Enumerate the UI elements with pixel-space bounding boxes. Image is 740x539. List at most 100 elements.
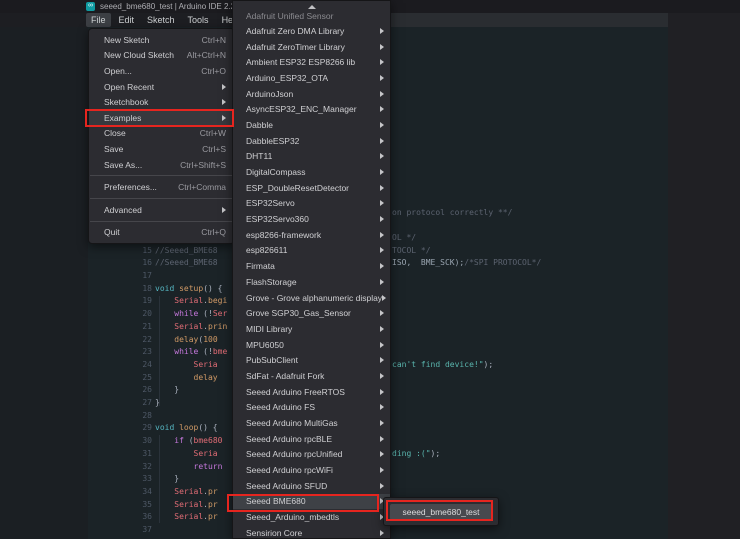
code-line: Seria [155, 447, 232, 460]
examples-item-seeed-arduino-multigas[interactable]: Seeed Arduino MultiGas [233, 415, 390, 431]
examples-item-ambient-esp32-esp8266-lib[interactable]: Ambient ESP32 ESP8266 lib [233, 54, 390, 70]
menu-item-seeed-bme680-test[interactable]: seeed_bme680_test [390, 504, 492, 520]
file-menu-item-open[interactable]: Open...Ctrl+O [89, 63, 234, 79]
file-menu-item-save[interactable]: SaveCtrl+S [89, 141, 234, 157]
code-token: while [174, 347, 198, 356]
submenu-arrow-icon [380, 106, 384, 112]
file-menu-item-new-sketch[interactable]: New SketchCtrl+N [89, 32, 234, 48]
menubar-item-edit[interactable]: Edit [114, 13, 140, 27]
file-menu-item-advanced[interactable]: Advanced [89, 202, 234, 218]
examples-item-adafruit-zerotimer-library[interactable]: Adafruit ZeroTimer Library [233, 39, 390, 55]
examples-item-seeed-arduino-rpcwifi[interactable]: Seeed Arduino rpcWiFi [233, 462, 390, 478]
submenu-arrow-icon [222, 99, 226, 105]
menu-item-label: ESP_DoubleResetDetector [246, 183, 349, 193]
examples-item-firmata[interactable]: Firmata [233, 258, 390, 274]
examples-item-pubsubclient[interactable]: PubSubClient [233, 352, 390, 368]
examples-item-dabbleesp32[interactable]: DabbleESP32 [233, 133, 390, 149]
file-menu-item-examples[interactable]: Examples [89, 110, 234, 126]
submenu-arrow-icon [380, 436, 384, 442]
file-menu-item-preferences[interactable]: Preferences...Ctrl+Comma [89, 179, 234, 195]
code-token: ISO, BME_SCK); [392, 258, 464, 267]
file-menu-item-close[interactable]: CloseCtrl+W [89, 126, 234, 142]
examples-item-esp32servo360[interactable]: ESP32Servo360 [233, 211, 390, 227]
code-token: ( [184, 436, 194, 445]
menu-item-label: DHT11 [246, 151, 272, 161]
submenu-arrow-icon [380, 451, 384, 457]
code-line: void setup() { [155, 282, 232, 295]
submenu-arrow-icon [380, 44, 384, 50]
examples-item-seeed-arduino-mbedtls[interactable]: Seeed_Arduino_mbedtls [233, 509, 390, 525]
menu-item-label: Seeed_Arduino_mbedtls [246, 512, 339, 522]
menubar-item-file[interactable]: File [86, 13, 111, 27]
file-menu-item-quit[interactable]: QuitCtrl+Q [89, 225, 234, 241]
examples-item-seeed-arduino-freertos[interactable]: Seeed Arduino FreeRTOS [233, 384, 390, 400]
submenu-arrow-icon [380, 153, 384, 159]
submenu-arrow-icon [222, 115, 226, 121]
menu-item-label: ESP32Servo [246, 198, 295, 208]
code-token [155, 500, 174, 509]
menu-item-label: Grove - Grove alphanumeric display [246, 293, 382, 303]
examples-item-seeed-arduino-rpcunified[interactable]: Seeed Arduino rpcUnified [233, 447, 390, 463]
examples-item-esp826611[interactable]: esp826611 [233, 243, 390, 259]
code-line: } [155, 472, 232, 485]
submenu-arrow-icon [380, 232, 384, 238]
code-token: () { [198, 423, 217, 432]
examples-item-esp-doubleresetdetector[interactable]: ESP_DoubleResetDetector [233, 180, 390, 196]
submenu-arrow-icon [380, 216, 384, 222]
menu-item-label: Adafruit ZeroTimer Library [246, 42, 345, 52]
code-line: delay [155, 371, 232, 384]
menu-item-label: FlashStorage [246, 277, 297, 287]
examples-item-arduinojson[interactable]: ArduinoJson [233, 86, 390, 102]
submenu-arrow-icon [380, 310, 384, 316]
examples-item-grove-grove-alphanumeric-display[interactable]: Grove - Grove alphanumeric display [233, 290, 390, 306]
examples-item-grove-sgp30-gas-sensor[interactable]: Grove SGP30_Gas_Sensor [233, 305, 390, 321]
examples-item-adafruit-zero-dma-library[interactable]: Adafruit Zero DMA Library [233, 23, 390, 39]
code-token: Seria [194, 449, 218, 458]
menu-item-label: New Cloud Sketch [104, 50, 174, 60]
menu-item-label: New Sketch [104, 35, 149, 45]
menu-item-label: Ambient ESP32 ESP8266 lib [246, 57, 355, 67]
submenu-scroll-up[interactable] [233, 1, 390, 13]
submenu-arrow-icon [380, 122, 384, 128]
code-token: ); [431, 449, 441, 458]
submenu-arrow-icon [380, 169, 384, 175]
code-token [155, 462, 194, 471]
examples-item-esp8266-framework[interactable]: esp8266-framework [233, 227, 390, 243]
code-line: Seria [155, 358, 232, 371]
code-token: (! [198, 347, 212, 356]
examples-item-digitalcompass[interactable]: DigitalCompass [233, 164, 390, 180]
submenu-arrow-icon [380, 530, 384, 536]
menu-item-label: AsyncESP32_ENC_Manager [246, 104, 357, 114]
examples-item-seeed-bme680[interactable]: Seeed BME680 [233, 494, 390, 510]
file-menu-item-save-as[interactable]: Save As...Ctrl+Shift+S [89, 157, 234, 173]
examples-item-dht11[interactable]: DHT11 [233, 149, 390, 165]
file-menu-item-new-cloud-sketch[interactable]: New Cloud SketchAlt+Ctrl+N [89, 48, 234, 64]
examples-item-clipped[interactable]: Adafruit Unified Sensor [233, 13, 390, 23]
examples-item-esp32servo[interactable]: ESP32Servo [233, 196, 390, 212]
menubar-item-tools[interactable]: Tools [183, 13, 214, 27]
menu-item-label: Open Recent [104, 82, 154, 92]
menu-item-label: Quit [104, 227, 120, 237]
code-line: while (!bme [155, 345, 232, 358]
code-token: Seria [194, 360, 218, 369]
file-menu-item-sketchbook[interactable]: Sketchbook [89, 94, 234, 110]
examples-item-flashstorage[interactable]: FlashStorage [233, 274, 390, 290]
examples-item-asyncesp32-enc-manager[interactable]: AsyncESP32_ENC_Manager [233, 101, 390, 117]
examples-submenu: Adafruit Unified Sensor Adafruit Zero DM… [232, 0, 391, 539]
examples-item-arduino-esp32-ota[interactable]: Arduino_ESP32_OTA [233, 70, 390, 86]
examples-item-mpu6050[interactable]: MPU6050 [233, 337, 390, 353]
menubar-item-sketch[interactable]: Sketch [142, 13, 180, 27]
menu-item-label: DigitalCompass [246, 167, 306, 177]
submenu-arrow-icon [222, 84, 226, 90]
file-menu-item-open-recent[interactable]: Open Recent [89, 79, 234, 95]
examples-item-seeed-arduino-sfud[interactable]: Seeed Arduino SFUD [233, 478, 390, 494]
code-token: TOCOL */ [392, 246, 431, 255]
examples-item-sensirion-core[interactable]: Sensirion Core [233, 525, 390, 539]
menu-item-label: ArduinoJson [246, 89, 293, 99]
examples-item-seeed-arduino-rpcble[interactable]: Seeed Arduino rpcBLE [233, 431, 390, 447]
code-token: pr [208, 487, 218, 496]
examples-item-seeed-arduino-fs[interactable]: Seeed Arduino FS [233, 400, 390, 416]
examples-item-dabble[interactable]: Dabble [233, 117, 390, 133]
examples-item-sdfat-adafruit-fork[interactable]: SdFat - Adafruit Fork [233, 368, 390, 384]
examples-item-midi-library[interactable]: MIDI Library [233, 321, 390, 337]
